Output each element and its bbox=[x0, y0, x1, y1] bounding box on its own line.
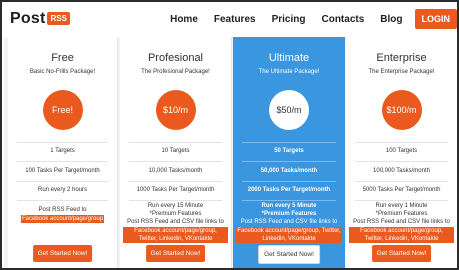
plan-tasks: 100 Tasks Per Target/month bbox=[25, 168, 100, 174]
plan-every: Run every 1 Minute bbox=[375, 203, 428, 209]
divider bbox=[128, 200, 223, 201]
plan-feed-highlight-row: Facebook account/page/group, Twitter, Li… bbox=[233, 227, 345, 243]
plan-free: Free Basic No-Frills Package! Free! 1 Ta… bbox=[8, 37, 118, 268]
plan-feed-text: Post RSS Feed and CSV file links to bbox=[127, 219, 224, 225]
plan-premium: *Premium Features bbox=[149, 211, 202, 217]
plan-feed-highlight: Facebook account/page/group, Twitter, Li… bbox=[236, 227, 342, 243]
plan-run: 1000 Tasks Per Target/month bbox=[136, 187, 215, 193]
plan-every: Run every 5 Minute bbox=[261, 203, 317, 209]
logo-text: Post bbox=[10, 10, 46, 27]
plan-title: Free bbox=[51, 52, 74, 64]
nav-blog[interactable]: Blog bbox=[380, 14, 402, 25]
plan-premium: *Premium Features bbox=[375, 211, 428, 217]
get-started-button[interactable]: Get Started Now! bbox=[371, 245, 432, 262]
plan-targets: 50 Targets bbox=[274, 148, 304, 154]
plan-feed-text: Post RSS Feed to bbox=[38, 207, 87, 213]
divider bbox=[16, 161, 109, 162]
site-header: Post RSS Home Features Pricing Contacts … bbox=[4, 4, 457, 34]
plan-feed-highlight: Facebook account/page/group, Twitter, Li… bbox=[349, 227, 454, 243]
price-badge: $100/m bbox=[381, 90, 422, 130]
get-started-button[interactable]: Get Started Now! bbox=[258, 245, 320, 264]
get-started-button[interactable]: Get Started Now! bbox=[145, 245, 206, 262]
divider bbox=[354, 161, 449, 162]
divider bbox=[241, 181, 337, 182]
plan-profesional: Profesional The Profesional Package! $10… bbox=[120, 37, 232, 268]
plan-subtitle: The Enterprise Package! bbox=[368, 69, 435, 75]
plan-run: 5000 Tasks Per Target/month bbox=[362, 187, 441, 193]
divider bbox=[354, 142, 449, 143]
plan-feed-text: Post RSS Feed and CSV file links to bbox=[353, 219, 450, 225]
price-badge: Free! bbox=[42, 90, 83, 130]
get-started-button[interactable]: Get Started Now! bbox=[32, 245, 93, 262]
page-frame: Post RSS Home Features Pricing Contacts … bbox=[0, 0, 459, 270]
plan-feed-highlight-row: Facebook account/page/group, Twitter, Li… bbox=[120, 227, 231, 243]
nav-home[interactable]: Home bbox=[170, 14, 198, 25]
plan-feed-highlight: Facebook account/page/group, Twitter, Li… bbox=[123, 227, 228, 243]
divider bbox=[241, 200, 337, 201]
plan-targets: 1 Targets bbox=[50, 148, 75, 154]
main-nav: Home Features Pricing Contacts Blog LOGI… bbox=[154, 9, 457, 29]
plan-subtitle: The Ultimate Package! bbox=[258, 69, 320, 75]
price-badge: $50/m bbox=[269, 90, 309, 130]
pricing-table: Free Basic No-Frills Package! Free! 1 Ta… bbox=[4, 37, 457, 268]
plan-title: Ultimate bbox=[268, 52, 310, 64]
divider bbox=[128, 142, 223, 143]
plan-feed-highlight-row: Facebook account/page/group, Twitter, Li… bbox=[346, 227, 457, 243]
plan-targets: 10 Targets bbox=[161, 148, 190, 154]
plan-subtitle: Basic No-Frills Package! bbox=[29, 69, 96, 75]
plan-feed-text: Post RSS Feed and CSV file links to bbox=[240, 219, 338, 225]
divider bbox=[354, 181, 449, 182]
nav-contacts[interactable]: Contacts bbox=[321, 14, 364, 25]
logo[interactable]: Post RSS bbox=[10, 10, 70, 28]
plan-targets: 100 Targets bbox=[385, 148, 418, 154]
divider bbox=[241, 142, 337, 143]
plan-title: Enterprise bbox=[376, 52, 427, 64]
plan-enterprise: Enterprise The Enterprise Package! $100/… bbox=[346, 37, 457, 268]
divider bbox=[128, 161, 223, 162]
divider bbox=[241, 161, 337, 162]
plan-every: Run every 15 Minute bbox=[147, 203, 204, 209]
login-button[interactable]: LOGIN bbox=[414, 9, 457, 29]
plan-premium: *Premium Features bbox=[261, 211, 317, 217]
divider bbox=[128, 181, 223, 182]
plan-run: Run every 2 hours bbox=[37, 187, 88, 193]
logo-badge: RSS bbox=[47, 11, 70, 25]
nav-pricing[interactable]: Pricing bbox=[272, 14, 306, 25]
plan-ultimate: Ultimate The Ultimate Package! $50/m 50 … bbox=[233, 37, 345, 268]
plan-run: 2000 Tasks Per Target/month bbox=[247, 187, 331, 193]
plan-tasks: 50,000 Tasks/month bbox=[260, 168, 318, 174]
divider bbox=[16, 142, 109, 143]
plan-tasks: 100,000 Tasks/month bbox=[373, 168, 430, 174]
plan-title: Profesional bbox=[147, 52, 204, 64]
plan-tasks: 10,000 Tasks/month bbox=[148, 168, 203, 174]
price-badge: $10/m bbox=[155, 90, 196, 130]
nav-features[interactable]: Features bbox=[214, 14, 256, 25]
plan-feed-highlight: Facebook account/page/group bbox=[20, 215, 105, 223]
divider bbox=[16, 200, 109, 201]
plan-feed-highlight-row: Facebook account/page/group bbox=[8, 215, 117, 223]
divider bbox=[354, 200, 449, 201]
divider bbox=[16, 181, 109, 182]
plan-subtitle: The Profesional Package! bbox=[141, 69, 210, 75]
